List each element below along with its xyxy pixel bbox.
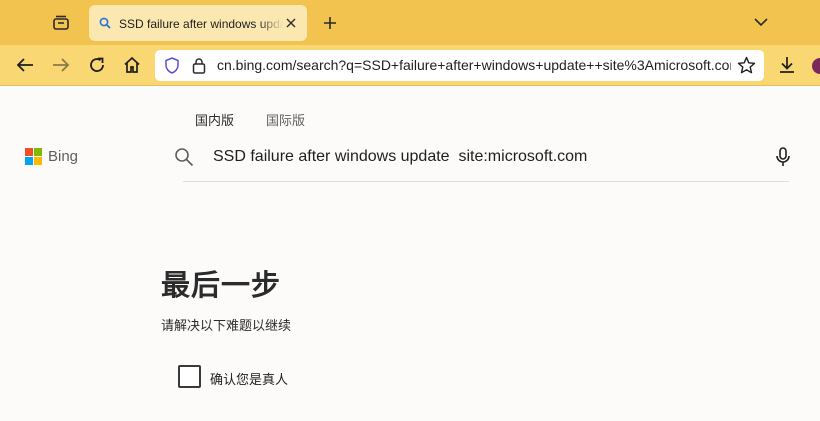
- star-icon[interactable]: [737, 56, 756, 75]
- home-icon[interactable]: [121, 54, 143, 76]
- page-heading: 最后一步: [161, 270, 282, 302]
- tab-title: SSD failure after windows update site:mi…: [119, 16, 283, 31]
- search-underline: [183, 181, 789, 182]
- close-icon[interactable]: [283, 15, 299, 31]
- download-icon[interactable]: [777, 55, 797, 75]
- address-bar[interactable]: cn.bing.com/search?q=SSD+failure+after+w…: [155, 50, 764, 81]
- search-icon[interactable]: [174, 147, 194, 167]
- tab-overview-icon[interactable]: [50, 12, 72, 34]
- plus-icon[interactable]: [320, 13, 340, 33]
- url-text[interactable]: cn.bing.com/search?q=SSD+failure+after+w…: [217, 57, 731, 74]
- page-subtext: 请解决以下难题以继续: [161, 318, 292, 333]
- microphone-icon[interactable]: [774, 147, 792, 167]
- scope-tab-international[interactable]: 国际版: [266, 110, 305, 129]
- extension-icon[interactable]: [812, 58, 820, 74]
- search-icon: [98, 16, 112, 30]
- shield-icon[interactable]: [164, 57, 180, 74]
- search-input[interactable]: SSD failure after windows update site:mi…: [213, 147, 763, 167]
- human-verification-checkbox[interactable]: [178, 365, 201, 388]
- scope-tab-domestic[interactable]: 国内版: [195, 110, 234, 129]
- active-tab[interactable]: SSD failure after windows update site:mi…: [89, 5, 307, 41]
- bing-logo-text[interactable]: Bing: [48, 148, 78, 166]
- chevron-down-icon[interactable]: [752, 13, 770, 31]
- forward-arrow-icon[interactable]: [50, 54, 72, 76]
- back-arrow-icon[interactable]: [14, 54, 36, 76]
- tab-bar: SSD failure after windows update site:mi…: [0, 0, 820, 45]
- reload-icon[interactable]: [86, 54, 108, 76]
- checkbox-label[interactable]: 确认您是真人: [210, 369, 288, 388]
- lock-icon[interactable]: [192, 57, 206, 74]
- bing-logo-icon[interactable]: [25, 148, 43, 166]
- nav-toolbar: cn.bing.com/search?q=SSD+failure+after+w…: [0, 45, 820, 86]
